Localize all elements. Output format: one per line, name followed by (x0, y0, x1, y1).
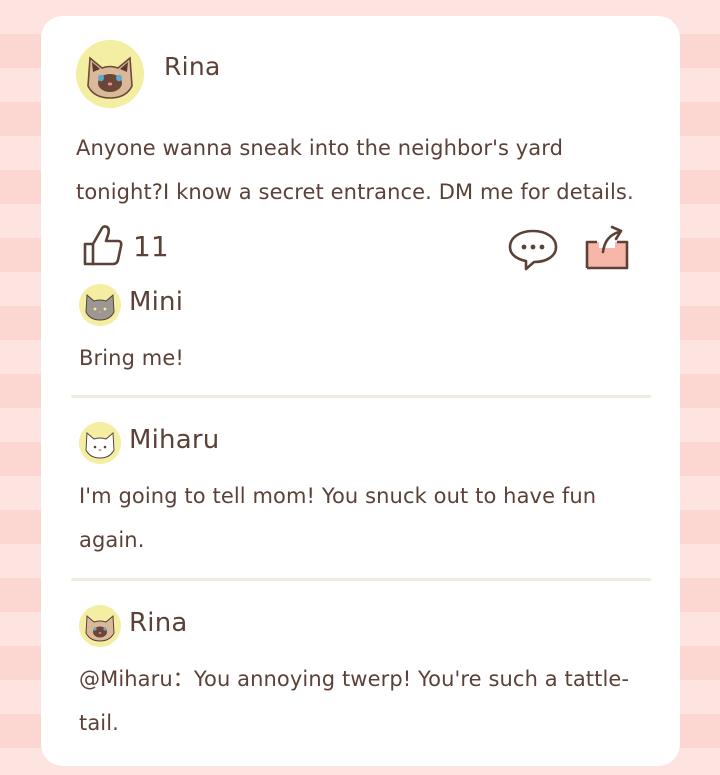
comment-divider (71, 395, 651, 398)
gray-cat-face-icon (79, 284, 121, 326)
comment-divider (71, 578, 651, 581)
avatar[interactable] (79, 605, 121, 647)
like-count: 11 (133, 230, 169, 263)
post-actions: 11 (81, 222, 641, 274)
comment-text: @Miharu：You annoying twerp! You're such … (79, 667, 630, 735)
avatar[interactable] (79, 422, 121, 464)
post-card: Rina Anyone wanna sneak into the neighbo… (41, 16, 680, 766)
share-icon[interactable] (581, 222, 633, 272)
post-body-text: Anyone wanna sneak into the neighbor's y… (76, 136, 634, 204)
avatar[interactable] (76, 40, 144, 108)
thumbs-up-icon[interactable] (81, 222, 125, 268)
comment-item: Mini Bring me! (79, 284, 654, 380)
comment-item: Miharu I'm going to tell mom! You snuck … (79, 422, 654, 562)
speech-bubble-icon[interactable] (506, 226, 560, 272)
white-cat-face-icon (79, 422, 121, 464)
comment-text: Bring me! (79, 346, 184, 370)
comment-author-name[interactable]: Mini (129, 287, 183, 317)
comment-text: I'm going to tell mom! You snuck out to … (79, 484, 597, 552)
comment-item: Rina @Miharu：You annoying twerp! You're … (79, 605, 654, 745)
post-author-name[interactable]: Rina (164, 52, 221, 81)
avatar[interactable] (79, 284, 121, 326)
cat-face-icon (79, 605, 121, 647)
post-header: Rina (76, 40, 636, 108)
comment-author-name[interactable]: Miharu (129, 425, 219, 455)
cat-face-icon (76, 40, 144, 108)
comment-author-name[interactable]: Rina (129, 608, 188, 638)
